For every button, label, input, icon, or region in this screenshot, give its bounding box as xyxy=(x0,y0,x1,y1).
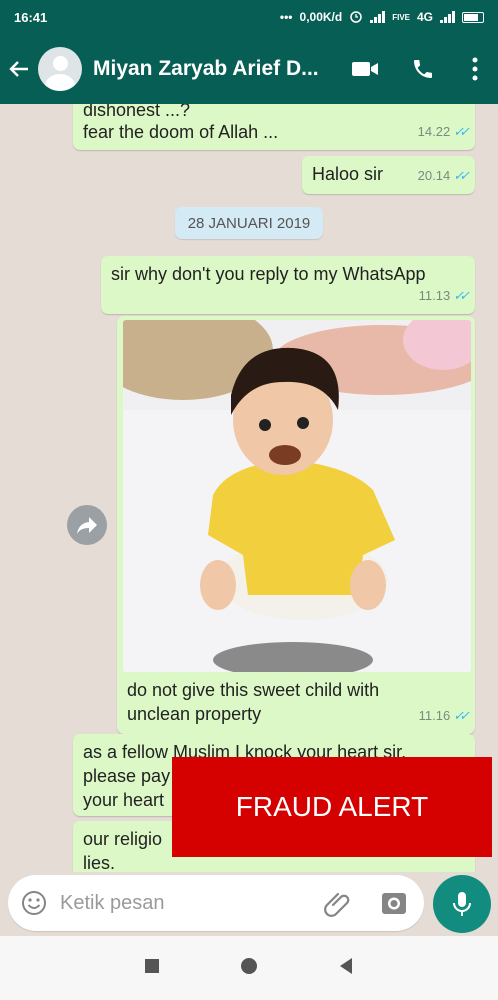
composer-bar: Ketik pesan xyxy=(0,872,498,936)
read-ticks-icon: ✓✓ xyxy=(453,124,470,139)
status-dots: ••• xyxy=(279,10,293,24)
avatar[interactable] xyxy=(38,47,82,91)
forward-icon[interactable] xyxy=(67,505,107,545)
home-nav-icon[interactable] xyxy=(240,957,258,980)
signal-icon-sim1 xyxy=(370,11,386,23)
message-input[interactable]: Ketik pesan xyxy=(8,875,424,931)
system-nav-bar xyxy=(0,936,498,1000)
message-text: fear the doom of Allah ... xyxy=(83,122,279,142)
read-ticks-icon: ✓✓ xyxy=(453,288,470,303)
photo-caption: unclean property xyxy=(127,704,262,724)
attach-icon[interactable] xyxy=(324,889,352,922)
message-placeholder: Ketik pesan xyxy=(60,891,165,914)
message-text: your heart xyxy=(83,790,165,810)
net-speed: 0,00K/d xyxy=(299,10,343,24)
recents-nav-icon[interactable] xyxy=(144,958,160,979)
camera-icon[interactable] xyxy=(380,889,408,922)
network-type: 4G xyxy=(416,10,433,24)
photo-caption: do not give this sweet child with xyxy=(127,680,380,700)
message-text: lies. xyxy=(83,853,116,872)
message-bubble[interactable]: sir why don't you reply to my WhatsApp 1… xyxy=(101,256,475,314)
status-bar: 16:41 ••• 0,00K/d FIVE 4G xyxy=(0,0,498,34)
read-ticks-icon: ✓✓ xyxy=(453,708,470,723)
message-text: please pay xyxy=(83,766,171,786)
sim-label: FIVE xyxy=(392,12,410,22)
message-time: 11.13 xyxy=(418,288,451,303)
status-time: 16:41 xyxy=(14,9,48,25)
back-nav-icon[interactable] xyxy=(338,957,354,980)
message-time: 11.16 xyxy=(418,708,451,723)
message-meta: 14.22 ✓✓ xyxy=(417,120,470,144)
message-text: our religio xyxy=(83,829,163,849)
message-time: 20.14 xyxy=(417,168,451,183)
message-bubble[interactable]: dishonest ...? fear the doom of Allah ..… xyxy=(73,104,475,150)
alarm-icon xyxy=(349,9,363,26)
message-text: Haloo sir xyxy=(312,164,384,184)
date-divider: 28 JANUARI 2019 xyxy=(175,207,323,239)
phone-call-icon[interactable] xyxy=(394,34,452,104)
video-call-icon[interactable] xyxy=(336,34,394,104)
message-meta: 20.14 ✓✓ xyxy=(417,164,470,188)
signal-icon-sim2 xyxy=(440,11,455,23)
message-text: sir why don't you reply to my WhatsApp xyxy=(111,264,426,284)
message-time: 14.22 xyxy=(417,124,451,139)
battery-icon xyxy=(462,11,484,23)
microphone-icon xyxy=(453,892,471,916)
fraud-alert-banner: FRAUD ALERT xyxy=(172,757,492,857)
message-meta: 11.13 ✓✓ xyxy=(418,284,470,308)
emoji-icon[interactable] xyxy=(8,890,60,916)
chat-header: Miyan Zaryab Arief D... xyxy=(0,34,498,104)
message-bubble[interactable]: Haloo sir 20.14 ✓✓ xyxy=(302,156,475,194)
back-arrow-icon[interactable] xyxy=(0,34,38,104)
overflow-menu-icon[interactable] xyxy=(452,34,498,104)
read-ticks-icon: ✓✓ xyxy=(453,168,470,183)
message-meta: 11.16 ✓✓ xyxy=(418,704,470,728)
child-photo[interactable] xyxy=(123,320,471,672)
microphone-button[interactable] xyxy=(433,875,491,933)
contact-name[interactable]: Miyan Zaryab Arief D... xyxy=(93,57,328,81)
